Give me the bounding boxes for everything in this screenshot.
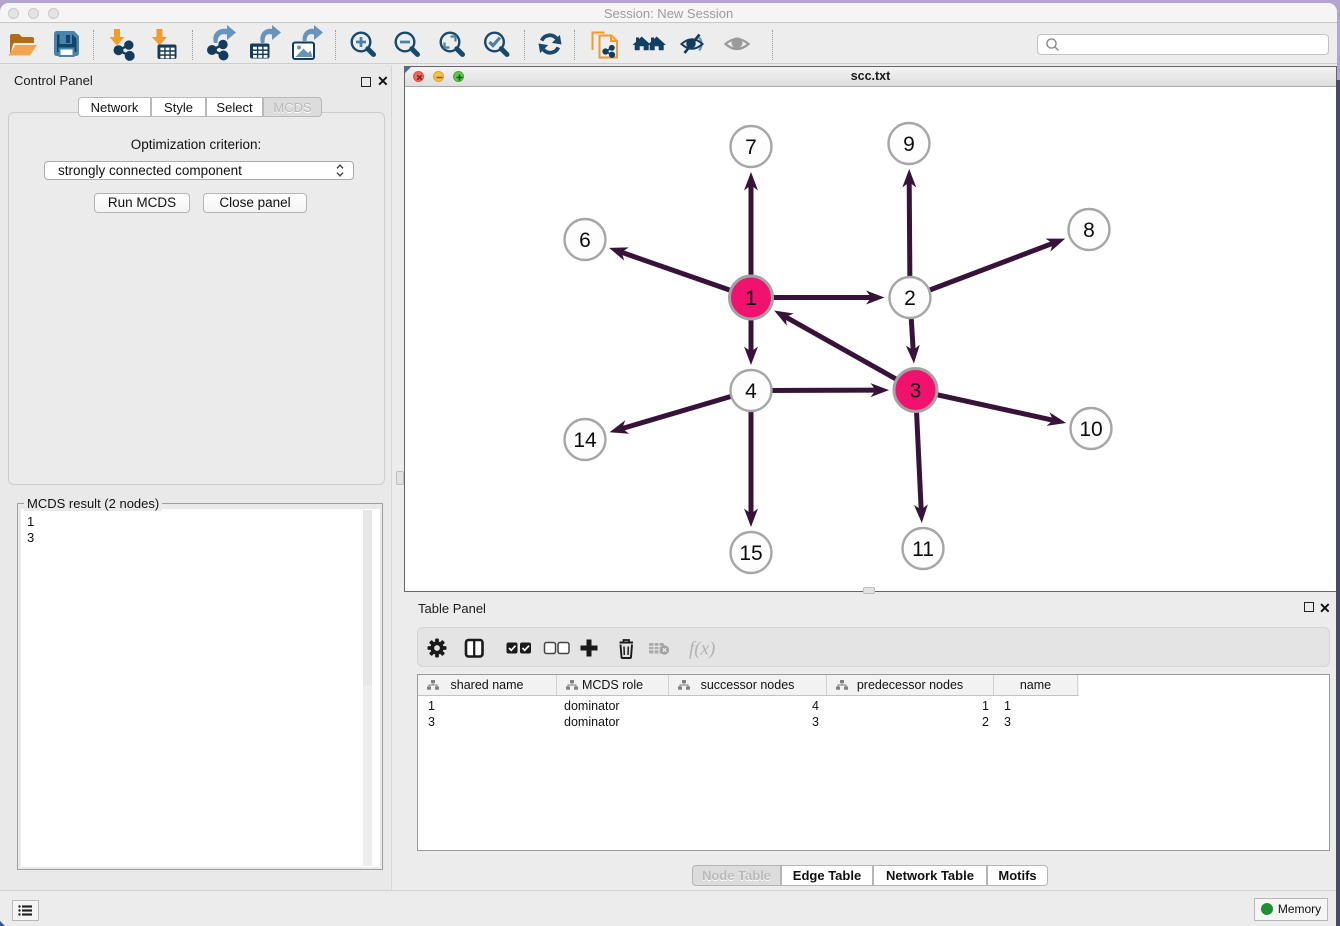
svg-text:9: 9 bbox=[903, 133, 915, 156]
svg-text:3: 3 bbox=[910, 380, 922, 403]
svg-text:f(x): f(x) bbox=[689, 639, 715, 660]
svg-text:6: 6 bbox=[579, 229, 591, 252]
svg-text:11: 11 bbox=[912, 538, 934, 561]
svg-text:4: 4 bbox=[745, 380, 757, 403]
svg-text:14: 14 bbox=[573, 429, 597, 452]
svg-text:1: 1 bbox=[745, 287, 757, 310]
svg-text:10: 10 bbox=[1079, 418, 1102, 441]
svg-text:7: 7 bbox=[745, 136, 757, 159]
svg-text:2: 2 bbox=[904, 287, 916, 310]
svg-text:15: 15 bbox=[739, 542, 762, 565]
svg-text:8: 8 bbox=[1083, 219, 1095, 242]
